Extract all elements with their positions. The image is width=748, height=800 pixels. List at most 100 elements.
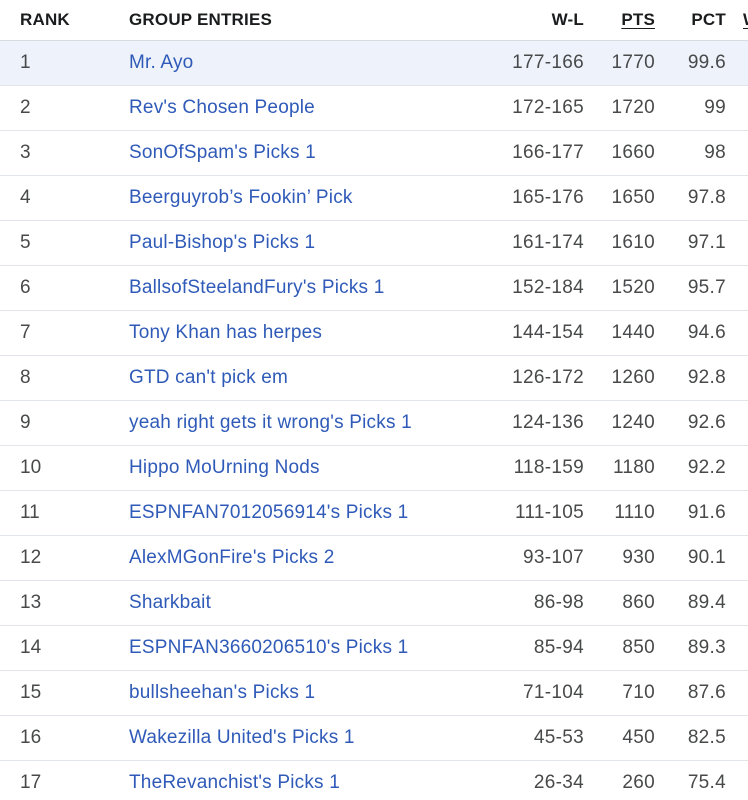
entry-name-link[interactable]: ESPNFAN7012056914's Picks 1 (129, 502, 408, 524)
pct-cell: 98 (704, 142, 726, 163)
entry-name-link[interactable]: AlexMGonFire's Picks 2 (129, 547, 334, 569)
entry-name-cell: Rev's Chosen People (129, 86, 315, 130)
wl-cell: 177-166 (512, 41, 584, 85)
rank-cell: 15 (20, 682, 42, 703)
wl-cell: 86-98 (533, 592, 584, 613)
pct-cell: 92.2 (688, 446, 726, 490)
entry-name-link[interactable]: GTD can't pick em (129, 367, 288, 389)
entry-name-link[interactable]: yeah right gets it wrong's Picks 1 (129, 412, 412, 434)
wl-cell: 165-176 (512, 176, 584, 220)
pts-cell: 1720 (611, 97, 655, 118)
entry-name-link[interactable]: Hippo MoUrning Nods (129, 457, 320, 479)
rank-cell: 16 (20, 716, 41, 760)
pct-cell: 91.6 (687, 502, 726, 523)
pts-cell: 1180 (613, 446, 655, 490)
wl-cell: 111-105 (514, 502, 584, 523)
pct-cell: 94.6 (687, 322, 726, 343)
rank-cell: 12 (20, 547, 42, 568)
table-header: RANK GROUP ENTRIES W-L PTS PCT W (0, 0, 748, 41)
entry-name-link[interactable]: Sharkbait (129, 592, 211, 614)
entry-name-cell: Hippo MoUrning Nods (129, 446, 320, 490)
pts-cell: 1610 (612, 221, 655, 265)
entry-name-link[interactable]: Rev's Chosen People (129, 97, 315, 119)
rank-cell: 9 (20, 412, 31, 433)
rank-cell: 5 (20, 232, 31, 253)
pct-cell: 99 (704, 86, 726, 130)
pts-cell: 1720 (612, 86, 655, 130)
table-row: 2 Rev's Chosen People 172-165 1720 99 (0, 86, 748, 131)
rank-cell: 4 (20, 176, 31, 220)
rank-cell: 17 (20, 772, 42, 793)
entry-name-link[interactable]: Tony Khan has herpes (129, 322, 322, 344)
pts-cell: 1180 (612, 457, 655, 478)
wl-cell: 26-34 (533, 772, 584, 793)
entry-name-link[interactable]: bullsheehan's Picks 1 (129, 682, 315, 704)
entry-name-cell: bullsheehan's Picks 1 (129, 671, 315, 715)
entry-name-cell: Mr. Ayo (129, 41, 193, 85)
pts-cell: 260 (622, 761, 655, 800)
entry-name-cell: Paul-Bishop's Picks 1 (129, 221, 315, 265)
entry-name-link[interactable]: BallsofSteelandFury's Picks 1 (129, 277, 384, 299)
table-body: 1 Mr. Ayo 177-166 1770 99.6 2 Rev's Chosen Peo… (0, 41, 748, 800)
pts-cell: 260 (622, 772, 655, 793)
pct-cell: 82.5 (687, 727, 726, 748)
table-row: 12 AlexMGonFire's Picks 2 93-107 930 90.1 (0, 536, 748, 581)
pts-cell: 860 (622, 592, 655, 613)
rank-cell: 2 (20, 86, 31, 130)
header-rank: RANK (20, 10, 70, 29)
rank-cell: 5 (20, 221, 31, 265)
pts-cell: 1660 (611, 142, 655, 163)
pct-cell: 97.8 (688, 176, 726, 220)
entry-name-cell: Wakezilla United's Picks 1 (129, 716, 355, 760)
rank-cell: 11 (20, 491, 40, 535)
wl-cell: 124-136 (512, 401, 584, 445)
pct-cell: 90.1 (687, 547, 726, 568)
pct-cell: 92.2 (687, 457, 726, 478)
pct-cell: 89.4 (688, 581, 726, 625)
header-pts-sort[interactable]: PTS (621, 0, 655, 40)
wl-cell: 144-154 (512, 311, 584, 355)
entry-name-link[interactable]: TheRevanchist's Picks 1 (129, 772, 340, 794)
pts-cell: 710 (622, 682, 655, 703)
pts-cell: 450 (622, 716, 655, 760)
table-row: 10 Hippo MoUrning Nods 118-159 1180 92.2 (0, 446, 748, 491)
entry-name-link[interactable]: SonOfSpam's Picks 1 (129, 142, 316, 164)
entry-name-link[interactable]: Wakezilla United's Picks 1 (129, 727, 355, 749)
entry-name-cell: SonOfSpam's Picks 1 (129, 131, 316, 175)
pts-cell: 710 (622, 671, 655, 715)
header-extra-column[interactable]: W (743, 0, 748, 40)
entry-name-cell: yeah right gets it wrong's Picks 1 (129, 401, 412, 445)
wl-cell: 118-159 (514, 446, 584, 490)
table-row: 1 Mr. Ayo 177-166 1770 99.6 (0, 41, 748, 86)
table-row: 15 bullsheehan's Picks 1 71-104 710 87.6 (0, 671, 748, 716)
rank-cell: 15 (20, 671, 41, 715)
entry-name-link[interactable]: Paul-Bishop's Picks 1 (129, 232, 315, 254)
wl-cell: 71-104 (523, 671, 584, 715)
entry-name-link[interactable]: Beerguyrob’s Fookin’ Pick (129, 187, 353, 209)
wl-cell: 85-94 (533, 637, 584, 658)
rank-cell: 3 (20, 131, 31, 175)
pts-cell: 860 (622, 581, 655, 625)
table-row: 9 yeah right gets it wrong's Picks 1 124-1… (0, 401, 748, 446)
pct-cell: 92.8 (688, 356, 726, 400)
entry-name-cell: Sharkbait (129, 581, 211, 625)
entry-name-cell: AlexMGonFire's Picks 2 (129, 536, 334, 580)
table-row: 14 ESPNFAN3660206510's Picks 1 85-94 850 89.… (0, 626, 748, 671)
pct-cell: 92.8 (687, 367, 726, 388)
pts-cell: 1110 (614, 502, 655, 523)
wl-cell: 126-172 (512, 356, 584, 400)
pct-cell: 97.1 (688, 221, 726, 265)
pts-cell: 1440 (612, 311, 655, 355)
wl-cell: 152-184 (512, 266, 584, 310)
entry-name-link[interactable]: ESPNFAN3660206510's Picks 1 (129, 637, 408, 659)
wl-cell: 26-34 (534, 761, 584, 800)
pct-cell: 92.6 (688, 401, 726, 445)
pct-cell: 97.8 (687, 187, 726, 208)
wl-cell: 126-172 (512, 367, 584, 388)
wl-cell: 93-107 (523, 536, 584, 580)
table-row: 6 BallsofSteelandFury's Picks 1 152-184 152… (0, 266, 748, 311)
wl-cell: 85-94 (534, 626, 584, 670)
pct-cell: 87.6 (687, 682, 726, 703)
pct-cell: 92.6 (687, 412, 726, 433)
entry-name-link[interactable]: Mr. Ayo (129, 52, 193, 74)
